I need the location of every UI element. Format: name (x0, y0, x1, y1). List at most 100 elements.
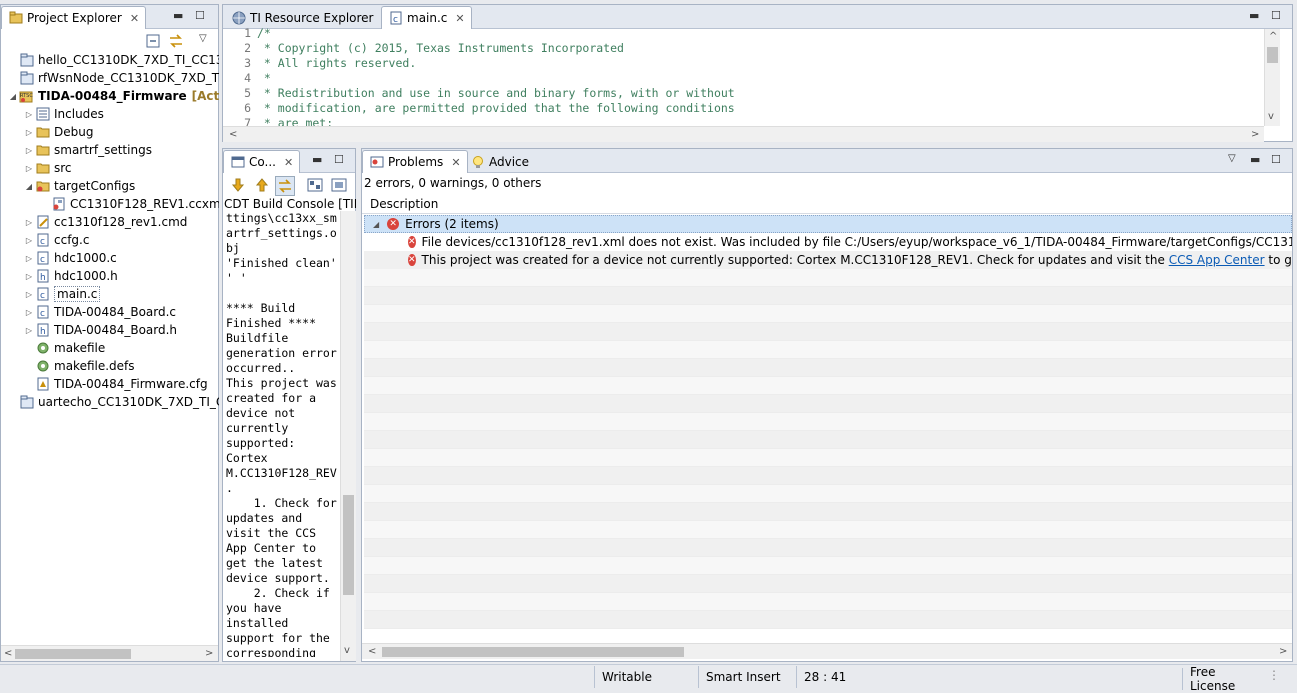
scrollbar-thumb[interactable] (15, 649, 131, 659)
editor-horizontal-scrollbar[interactable]: < > (223, 126, 1264, 142)
collapsed-arrow-icon[interactable]: ▷ (23, 326, 35, 335)
console-output[interactable]: ttings\cc13xx_sm artrf_settings.o bj 'Finis… (226, 211, 340, 657)
error-row[interactable]: ✕ This project was created for a device … (364, 251, 1292, 269)
tab-advice[interactable]: Advice (464, 150, 535, 173)
collapsed-arrow-icon[interactable]: ▷ (23, 236, 35, 245)
tree-item[interactable]: rfWsnNode_CC1310DK_7XD_TI_CC (1, 69, 219, 87)
scroll-left-icon[interactable]: < (229, 129, 237, 140)
tree-item[interactable]: ▷ Includes (1, 105, 104, 123)
tree-item[interactable]: ▷ c ccfg.c (1, 231, 90, 249)
tree-item[interactable]: makefile.defs (1, 357, 135, 375)
tree-item[interactable]: ▷ c TIDA-00484_Board.c (1, 303, 176, 321)
pin-console-icon[interactable] (331, 178, 347, 195)
console-line: This project was (226, 376, 337, 390)
maximize-icon[interactable]: ☐ (1271, 153, 1281, 166)
errors-group-row[interactable]: ◢ ✕ Errors (2 items) (364, 215, 1292, 233)
scroll-left-icon[interactable]: < (4, 648, 12, 659)
tree-item[interactable]: ◢ targetConfigs (1, 177, 135, 195)
arrow-down-icon[interactable] (231, 178, 245, 195)
collapsed-arrow-icon[interactable]: ▷ (23, 146, 35, 155)
close-icon[interactable]: ✕ (284, 156, 293, 169)
empty-row (364, 431, 1292, 449)
tree-item[interactable]: hello_CC1310DK_7XD_TI_CC1310F (1, 51, 219, 69)
link-icon[interactable] (275, 176, 295, 196)
collapsed-arrow-icon[interactable]: ▷ (23, 218, 35, 227)
tree-item[interactable]: TIDA-00484_Firmware.cfg (1, 375, 208, 393)
collapsed-arrow-icon[interactable]: ▷ (23, 308, 35, 317)
tree-item[interactable]: ▷ h hdc1000.h (1, 267, 118, 285)
collapsed-arrow-icon[interactable]: ▷ (23, 254, 35, 263)
collapsed-arrow-icon[interactable]: ▷ (23, 272, 35, 281)
tree-item[interactable]: ▷ c hdc1000.c (1, 249, 117, 267)
expanded-arrow-icon[interactable]: ◢ (7, 92, 19, 101)
svg-text:c: c (40, 255, 45, 265)
arrow-up-icon[interactable] (255, 178, 269, 195)
collapsed-arrow-icon[interactable]: ▷ (23, 164, 35, 173)
collapsed-arrow-icon[interactable]: ▷ (23, 110, 35, 119)
maximize-icon[interactable]: ☐ (334, 153, 344, 166)
scroll-right-icon[interactable]: > (1279, 646, 1287, 657)
tree-item[interactable]: ▷ cc1310f128_rev1.cmd (1, 213, 187, 231)
tree-item[interactable]: CC1310F128_REV1.ccxml[A (1, 195, 219, 213)
globe-icon (231, 10, 247, 26)
collapse-all-icon[interactable] (146, 34, 160, 51)
folder-icon (35, 160, 51, 176)
svg-text:c: c (393, 15, 398, 25)
tab-console[interactable]: Co... ✕ (223, 150, 301, 173)
tree-item[interactable]: ▷ Debug (1, 123, 94, 141)
maximize-icon[interactable]: ☐ (1271, 9, 1281, 22)
collapsed-arrow-icon[interactable]: ▷ (23, 290, 35, 299)
problems-horizontal-scrollbar[interactable]: < > (362, 643, 1292, 659)
close-icon[interactable]: ✕ (455, 12, 464, 25)
tab-project-explorer[interactable]: Project Explorer ✕ (1, 6, 147, 29)
tree-item[interactable]: ▷ smartrf_settings (1, 141, 152, 159)
view-menu-icon[interactable]: ▽ (1228, 153, 1236, 164)
minimize-icon[interactable]: ▬ (1249, 9, 1259, 22)
link-with-editor-icon[interactable] (168, 34, 184, 51)
tree-item[interactable]: ▷ h TIDA-00484_Board.h (1, 321, 177, 339)
expand-icon[interactable]: ◢ (373, 220, 379, 229)
code-line: 4 * (233, 71, 1263, 86)
explorer-horizontal-scrollbar[interactable]: < > (1, 645, 218, 661)
maximize-icon[interactable]: ☐ (195, 9, 205, 22)
editor-vertical-scrollbar[interactable]: ^ v (1264, 29, 1280, 126)
scrollbar-thumb[interactable] (343, 495, 354, 595)
minimize-icon[interactable]: ▬ (173, 9, 183, 22)
scrollbar-thumb[interactable] (1267, 47, 1278, 63)
problems-column-header[interactable]: Description (362, 194, 1292, 214)
minimize-icon[interactable]: ▬ (1250, 153, 1260, 166)
scroll-down-icon[interactable]: v (1268, 111, 1274, 122)
line-number: 7 (244, 116, 251, 126)
tree-item[interactable]: ▷ c main.c (1, 285, 101, 303)
tab-problems[interactable]: Problems ✕ (362, 150, 468, 173)
code-editor[interactable]: 1/* 2 * Copyright (c) 2015, Texas Instrum… (233, 26, 1263, 126)
tree-item[interactable]: ◢RTSC TIDA-00484_Firmware [Active (1, 87, 219, 105)
project-explorer-panel: Project Explorer ✕ ▬ ☐ ▽ hello_CC1310DK_… (0, 4, 219, 662)
status-license[interactable]: Free License (1182, 665, 1262, 693)
error-row[interactable]: ✕ File devices/cc1310f128_rev1.xml does … (364, 233, 1292, 251)
scroll-right-icon[interactable]: > (205, 648, 213, 659)
minimize-icon[interactable]: ▬ (312, 153, 322, 166)
tree-item-label: main.c (54, 286, 101, 302)
expanded-arrow-icon[interactable]: ◢ (23, 182, 35, 191)
scroll-up-icon[interactable]: ^ (1269, 31, 1277, 42)
view-menu-icon[interactable]: ▽ (199, 33, 207, 44)
scroll-right-icon[interactable]: > (1251, 129, 1259, 140)
console-line: installed (226, 616, 289, 630)
close-icon[interactable]: ✕ (130, 12, 139, 25)
tree-item[interactable]: uartecho_CC1310DK_7XD_TI_CC1 (1, 393, 219, 411)
scrollbar-thumb[interactable] (382, 647, 684, 657)
tree-item-label: rfWsnNode_CC1310DK_7XD_TI_CC (38, 71, 219, 85)
scroll-down-icon[interactable]: v (344, 645, 350, 656)
tree-item[interactable]: makefile (1, 339, 105, 357)
tree-item[interactable]: ▷ src (1, 159, 72, 177)
ccs-app-center-link[interactable]: CCS App Center (1169, 253, 1265, 267)
collapsed-arrow-icon[interactable]: ▷ (23, 128, 35, 137)
empty-row (364, 467, 1292, 485)
close-icon[interactable]: ✕ (451, 156, 460, 169)
console-vertical-scrollbar[interactable]: v (340, 211, 356, 661)
display-selected-console-icon[interactable] (307, 178, 323, 195)
project-tree: hello_CC1310DK_7XD_TI_CC1310F rfWsnNode_C… (1, 51, 219, 645)
scroll-left-icon[interactable]: < (368, 646, 376, 657)
